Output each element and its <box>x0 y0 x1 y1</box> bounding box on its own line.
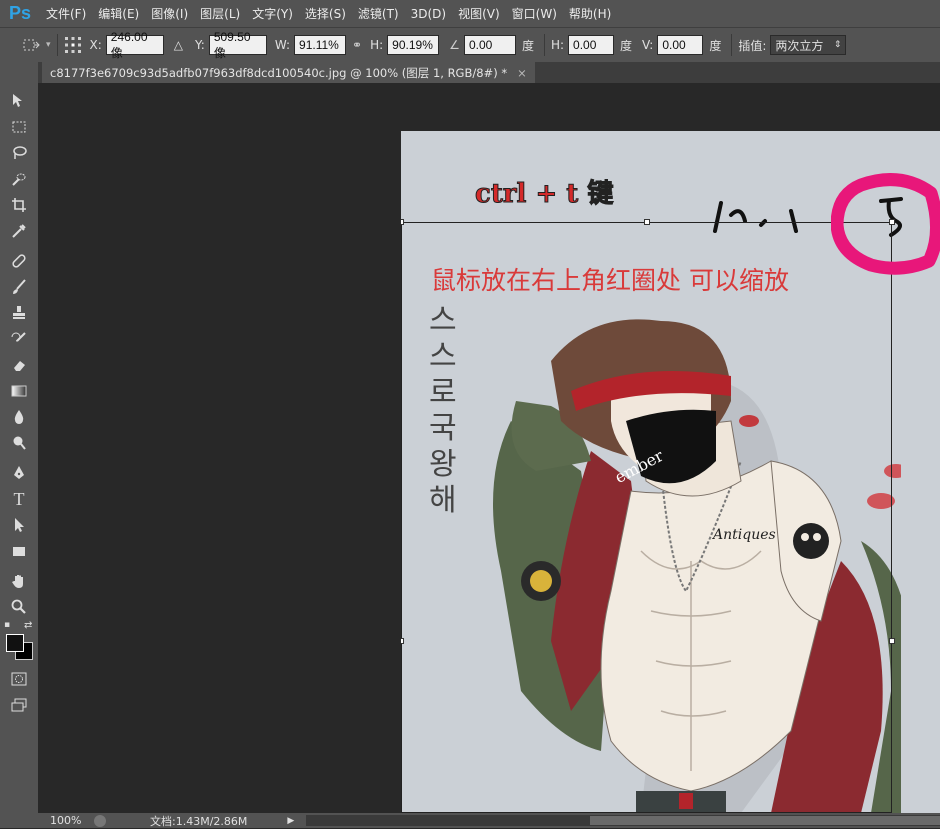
document-canvas[interactable]: 스 스 로 국 왕 해 ember Antiques ctrl + t 键 鼠标… <box>401 131 940 813</box>
transform-handle-top-middle[interactable] <box>644 219 650 225</box>
h-skew-field[interactable]: 0.00 <box>568 35 615 55</box>
menu-type[interactable]: 文字(Y) <box>246 5 299 22</box>
interpolation-value: 两次立方 <box>775 38 824 53</box>
path-selection-tool-icon[interactable] <box>0 512 38 538</box>
reference-point-icon[interactable] <box>64 36 82 54</box>
status-menu-arrow-icon[interactable]: ▶ <box>287 816 294 826</box>
type-tool-icon[interactable]: T <box>0 486 38 512</box>
y-position-field[interactable]: 509.50 像 <box>208 30 267 60</box>
chevron-updown-icon: ⇕ <box>833 40 842 50</box>
interpolation-select[interactable]: 两次立方 ⇕ <box>770 35 847 55</box>
clone-stamp-tool-icon[interactable] <box>0 300 38 326</box>
close-icon[interactable]: × <box>517 66 527 80</box>
tools-panel: T ▪ ⇄ <box>0 62 39 828</box>
transform-handle-middle-left[interactable] <box>401 638 404 644</box>
status-info-icon[interactable] <box>94 814 106 827</box>
quick-mask-icon[interactable] <box>0 666 38 692</box>
highlight-circle-annotation <box>831 173 940 275</box>
healing-brush-tool-icon[interactable] <box>0 248 38 274</box>
x-position-field[interactable]: 246.00 像 <box>105 30 164 60</box>
blur-tool-icon[interactable] <box>0 404 38 430</box>
scrollbar-thumb[interactable] <box>590 816 940 825</box>
menu-layer[interactable]: 图层(L) <box>194 5 246 22</box>
panel-grip <box>0 62 38 88</box>
divider <box>731 34 733 56</box>
h-label: H: <box>370 38 384 52</box>
menu-3d[interactable]: 3D(D) <box>405 7 452 21</box>
horizontal-scrollbar[interactable] <box>306 815 940 826</box>
crop-tool-icon[interactable] <box>0 192 38 218</box>
options-bar: ▾ X: 246.00 像 △ Y: 509.50 像 W: 91.11% ⚭ … <box>0 27 940 63</box>
quick-selection-tool-icon[interactable] <box>0 166 38 192</box>
menu-edit[interactable]: 编辑(E) <box>92 5 145 22</box>
divider <box>543 34 545 56</box>
color-swatches[interactable]: ▪ ⇄ <box>0 620 38 666</box>
document-size-info: 文档:1.43M/2.86M <box>150 814 248 828</box>
document-tab[interactable]: c8177f3e6709c93d5adfb07f963df8dcd100540c… <box>42 62 535 83</box>
screen-mode-icon[interactable] <box>0 692 38 718</box>
menu-filter[interactable]: 滤镜(T) <box>352 5 405 22</box>
transform-bounding-box[interactable] <box>401 222 892 813</box>
document-tab-bar: c8177f3e6709c93d5adfb07f963df8dcd100540c… <box>38 62 940 83</box>
w-label: W: <box>274 38 291 52</box>
menu-help[interactable]: 帮助(H) <box>563 5 617 22</box>
v-skew-label: V: <box>642 38 654 52</box>
x-label: X: <box>89 38 102 52</box>
eraser-tool-icon[interactable] <box>0 352 38 378</box>
transform-tool-icon[interactable] <box>20 37 42 53</box>
zoom-tool-icon[interactable] <box>0 594 38 620</box>
history-brush-tool-icon[interactable] <box>0 326 38 352</box>
photoshop-logo: Ps <box>8 3 32 23</box>
height-field[interactable]: 90.19% <box>387 35 440 55</box>
move-tool-icon[interactable] <box>0 88 38 114</box>
status-bar: 100% 文档:1.43M/2.86M ▶ <box>38 813 940 828</box>
pen-tool-icon[interactable] <box>0 460 38 486</box>
hand-tool-icon[interactable] <box>0 568 38 594</box>
gradient-tool-icon[interactable] <box>0 378 38 404</box>
tool-preset-chevron-icon[interactable]: ▾ <box>46 40 51 50</box>
foreground-color-swatch[interactable] <box>6 634 24 652</box>
transform-handle-top-left[interactable] <box>401 219 404 225</box>
lasso-tool-icon[interactable] <box>0 140 38 166</box>
workspace: 스 스 로 국 왕 해 ember Antiques ctrl + t 键 鼠标… <box>38 83 940 813</box>
angle-icon: ∠ <box>449 38 460 52</box>
ctrl-t-hint: ctrl + t 键 <box>474 179 614 210</box>
menu-bar: Ps 文件(F) 编辑(E) 图像(I) 图层(L) 文字(Y) 选择(S) 滤… <box>0 0 940 27</box>
v-skew-field[interactable]: 0.00 <box>657 35 704 55</box>
width-field[interactable]: 91.11% <box>294 35 347 55</box>
delta-icon[interactable]: △ <box>174 38 183 52</box>
interpolation-label: 插值: <box>738 38 767 53</box>
rotation-unit: 度 <box>521 38 534 53</box>
marquee-tool-icon[interactable] <box>0 114 38 140</box>
h-skew-label: H: <box>550 38 565 52</box>
eyedropper-tool-icon[interactable] <box>0 218 38 244</box>
swap-colors-icon[interactable]: ⇄ <box>24 620 32 631</box>
zoom-instruction-note: 鼠标放在右上角红圈处 可以缩放 <box>431 266 789 295</box>
link-icon[interactable]: ⚭ <box>352 38 362 52</box>
dodge-tool-icon[interactable] <box>0 430 38 456</box>
menu-view[interactable]: 视图(V) <box>452 5 506 22</box>
menu-select[interactable]: 选择(S) <box>299 5 352 22</box>
menu-image[interactable]: 图像(I) <box>145 5 194 22</box>
rotation-field[interactable]: 0.00 <box>463 35 516 55</box>
y-label: Y: <box>195 38 205 52</box>
zoom-level[interactable]: 100% <box>50 814 90 827</box>
default-colors-icon[interactable]: ▪ <box>4 620 10 630</box>
document-tab-title: c8177f3e6709c93d5adfb07f963df8dcd100540c… <box>50 65 508 80</box>
transform-handle-middle-right[interactable] <box>889 638 895 644</box>
h-skew-unit: 度 <box>620 38 633 53</box>
brush-tool-icon[interactable] <box>0 274 38 300</box>
rectangle-tool-icon[interactable] <box>0 538 38 564</box>
divider <box>56 34 58 56</box>
v-skew-unit: 度 <box>709 38 722 53</box>
menu-file[interactable]: 文件(F) <box>40 5 92 22</box>
menu-window[interactable]: 窗口(W) <box>506 5 563 22</box>
